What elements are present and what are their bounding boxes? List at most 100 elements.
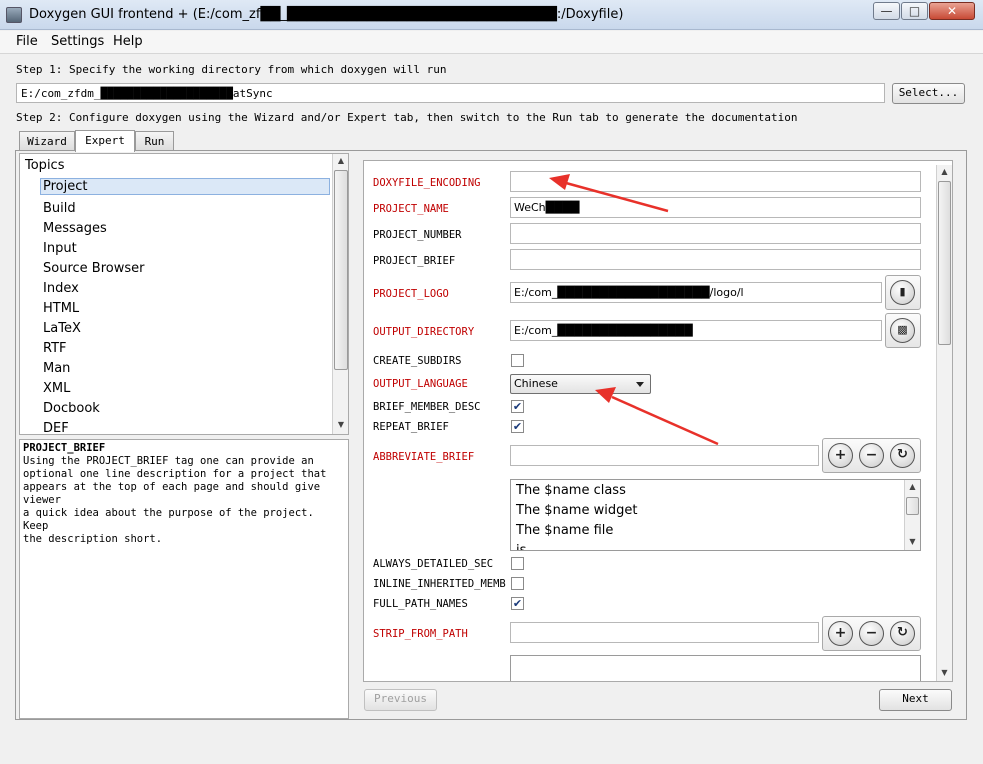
minus-icon[interactable]: − [859, 621, 884, 646]
topic-item[interactable]: Messages [43, 221, 107, 236]
next-button[interactable]: Next [879, 689, 952, 711]
abbreviate-brief-list[interactable]: The $name class The $name widget The $na… [510, 479, 921, 551]
scroll-up-icon[interactable]: ▲ [905, 482, 920, 491]
topic-item[interactable]: LaTeX [43, 321, 81, 336]
scroll-down-icon[interactable]: ▼ [905, 537, 920, 546]
plus-icon[interactable]: + [828, 443, 853, 468]
create-subdirs-checkbox[interactable] [511, 354, 524, 367]
select-directory-button[interactable]: Select... [892, 83, 965, 104]
list-item[interactable]: The $name file [516, 523, 613, 538]
folder-icon: ▩ [890, 318, 915, 343]
strip-from-path-label: STRIP_FROM_PATH [373, 628, 468, 640]
menu-file[interactable]: File [16, 34, 38, 49]
scroll-thumb[interactable] [938, 181, 951, 345]
output-language-value: Chinese [514, 377, 558, 390]
doxyfile-encoding-label: DOXYFILE_ENCODING [373, 177, 481, 189]
project-logo-label: PROJECT_LOGO [373, 288, 449, 300]
project-logo-input[interactable]: E:/com_██████████████████/logo/l [510, 282, 882, 303]
brief-member-desc-label: BRIEF_MEMBER_DESC [373, 401, 481, 413]
tab-wizard[interactable]: Wizard [19, 131, 75, 151]
file-icon: ▮ [890, 280, 915, 305]
list-item[interactable]: The $name class [516, 483, 626, 498]
abbreviate-brief-buttons: + − ↻ [822, 438, 921, 473]
project-number-label: PROJECT_NUMBER [373, 229, 462, 241]
scroll-thumb[interactable] [906, 497, 919, 515]
project-name-label: PROJECT_NAME [373, 203, 449, 215]
settings-scrollbar[interactable]: ▲ ▼ [936, 165, 952, 681]
create-subdirs-label: CREATE_SUBDIRS [373, 355, 462, 367]
abbreviate-brief-label: ABBREVIATE_BRIEF [373, 451, 475, 463]
project-name-input[interactable]: WeCh████ [510, 197, 921, 218]
inline-inherited-memb-checkbox[interactable] [511, 577, 524, 590]
topic-item[interactable]: Build [43, 201, 76, 216]
app-icon [6, 7, 22, 23]
tab-expert[interactable]: Expert [75, 130, 135, 152]
always-detailed-sec-label: ALWAYS_DETAILED_SEC [373, 558, 494, 570]
strip-from-path-input[interactable] [510, 622, 819, 643]
refresh-icon[interactable]: ↻ [890, 621, 915, 646]
project-brief-input[interactable] [510, 249, 921, 270]
check-icon: ✔ [512, 400, 523, 413]
title-bar: Doxygen GUI frontend + (E:/com_zf██_████… [0, 0, 983, 30]
scroll-thumb[interactable] [334, 170, 348, 370]
topic-item[interactable]: Project [40, 178, 330, 195]
help-title: PROJECT_BRIEF [23, 442, 106, 454]
minimize-button[interactable]: — [873, 2, 900, 20]
topic-item[interactable]: DEF [43, 421, 69, 434]
minus-icon[interactable]: − [859, 443, 884, 468]
brief-member-desc-checkbox[interactable]: ✔ [511, 400, 524, 413]
scroll-up-icon[interactable]: ▲ [937, 167, 952, 176]
window-title: Doxygen GUI frontend + (E:/com_zf██_████… [29, 7, 624, 22]
full-path-names-checkbox[interactable]: ✔ [511, 597, 524, 610]
topics-list: Topics Project Build Messages Input Sour… [19, 153, 349, 435]
abbreviate-brief-input[interactable] [510, 445, 819, 466]
topic-item[interactable]: XML [43, 381, 70, 396]
repeat-brief-checkbox[interactable]: ✔ [511, 420, 524, 433]
check-icon: ✔ [512, 597, 523, 610]
topic-item[interactable]: HTML [43, 301, 79, 316]
scroll-down-icon[interactable]: ▼ [333, 420, 348, 429]
topics-scrollbar[interactable]: ▲ ▼ [332, 154, 348, 434]
topic-item[interactable]: Docbook [43, 401, 100, 416]
full-path-names-label: FULL_PATH_NAMES [373, 598, 468, 610]
list-item[interactable]: is [516, 543, 526, 550]
step1-label: Step 1: Specify the working directory fr… [16, 63, 447, 76]
browse-file-button[interactable]: ▮ [885, 275, 921, 310]
menu-help[interactable]: Help [113, 34, 143, 49]
topic-item[interactable]: Source Browser [43, 261, 144, 276]
topic-item[interactable]: Index [43, 281, 79, 296]
topics-header: Topics [25, 158, 65, 173]
topic-item[interactable]: Man [43, 361, 70, 376]
list-scrollbar[interactable]: ▲ ▼ [904, 480, 920, 550]
topic-item[interactable]: RTF [43, 341, 67, 356]
combo-arrow-icon [636, 382, 644, 387]
previous-button[interactable]: Previous [364, 689, 437, 711]
browse-folder-button[interactable]: ▩ [885, 313, 921, 348]
output-directory-label: OUTPUT_DIRECTORY [373, 326, 475, 338]
repeat-brief-label: REPEAT_BRIEF [373, 421, 449, 433]
refresh-icon[interactable]: ↻ [890, 443, 915, 468]
output-language-label: OUTPUT_LANGUAGE [373, 378, 468, 390]
settings-panel: DOXYFILE_ENCODING PROJECT_NAME WeCh████ … [363, 160, 953, 682]
list-item[interactable]: The $name widget [516, 503, 637, 518]
doxyfile-encoding-input[interactable] [510, 171, 921, 192]
help-body: Using the PROJECT_BRIEF tag one can prov… [23, 455, 327, 545]
project-number-input[interactable] [510, 223, 921, 244]
output-language-select[interactable]: Chinese [510, 374, 651, 394]
topic-item[interactable]: Input [43, 241, 77, 256]
scroll-down-icon[interactable]: ▼ [937, 668, 952, 677]
output-directory-input[interactable]: E:/com_████████████████ [510, 320, 882, 341]
maximize-button[interactable]: □ [901, 2, 928, 20]
minimize-icon: — [880, 4, 893, 18]
working-directory-input[interactable]: E:/com_zfdm_████████████████████atSync [16, 83, 885, 103]
always-detailed-sec-checkbox[interactable] [511, 557, 524, 570]
close-icon: ✕ [946, 4, 958, 18]
strip-from-path-list[interactable] [510, 655, 921, 681]
tab-run[interactable]: Run [135, 131, 174, 151]
plus-icon[interactable]: + [828, 621, 853, 646]
scroll-up-icon[interactable]: ▲ [333, 156, 348, 165]
strip-from-path-buttons: + − ↻ [822, 616, 921, 651]
check-icon: ✔ [512, 420, 523, 433]
close-button[interactable]: ✕ [929, 2, 975, 20]
menu-settings[interactable]: Settings [51, 34, 104, 49]
